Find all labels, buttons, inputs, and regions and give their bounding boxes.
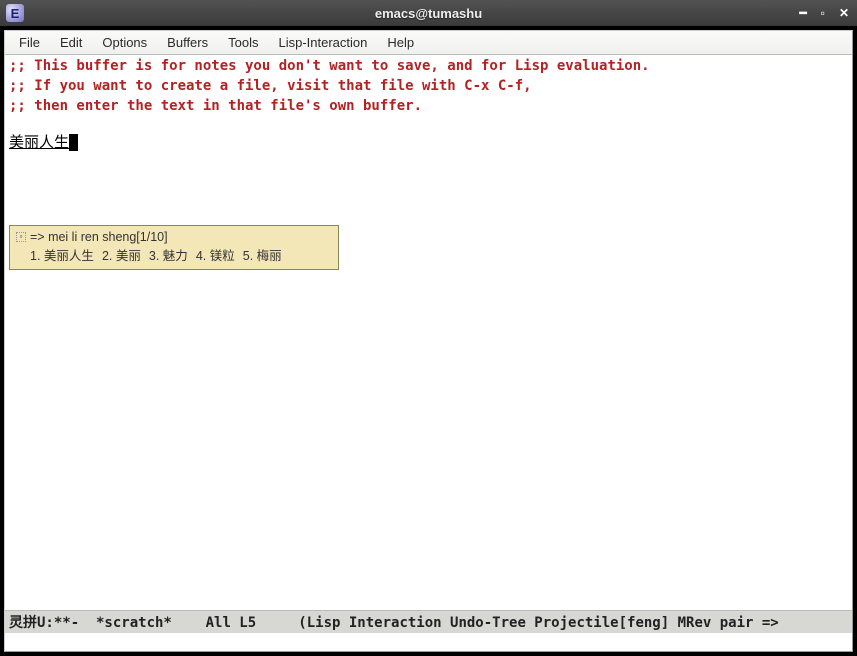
emacs-app-icon: E	[6, 4, 24, 22]
ime-checkbox-icon: ▫	[16, 232, 26, 242]
ime-guide-text: => mei li ren sheng[1/10]	[30, 228, 168, 246]
ime-candidate-3[interactable]: 3. 魅力	[149, 247, 188, 265]
menu-lisp-interaction[interactable]: Lisp-Interaction	[268, 32, 377, 53]
ime-candidate-2[interactable]: 2. 美丽	[102, 247, 141, 265]
window-title: emacs@tumashu	[375, 6, 482, 21]
scratch-comment-line2: ;; If you want to create a file, visit t…	[5, 75, 852, 95]
menu-options[interactable]: Options	[92, 32, 157, 53]
ime-preedit-text: 美丽人生	[9, 133, 69, 151]
buffer-area[interactable]: ;; This buffer is for notes you don't wa…	[5, 55, 852, 610]
titlebar[interactable]: E emacs@tumashu ━ ▫ ✕	[0, 0, 857, 26]
ime-candidate-1[interactable]: 1. 美丽人生	[30, 247, 94, 265]
minimize-icon[interactable]: ━	[797, 5, 808, 21]
ime-candidate-row: 1. 美丽人生 2. 美丽 3. 魅力 4. 镁粒 5. 梅丽	[16, 247, 332, 265]
input-line[interactable]: 美丽人生	[5, 115, 852, 151]
ime-candidate-5[interactable]: 5. 梅丽	[243, 247, 282, 265]
menu-edit[interactable]: Edit	[50, 32, 92, 53]
minibuffer[interactable]	[5, 633, 852, 651]
ime-candidate-4[interactable]: 4. 镁粒	[196, 247, 235, 265]
frame-border: File Edit Options Buffers Tools Lisp-Int…	[0, 26, 857, 656]
menu-help[interactable]: Help	[377, 32, 424, 53]
app-window: E emacs@tumashu ━ ▫ ✕ File Edit Options …	[0, 0, 857, 656]
menu-tools[interactable]: Tools	[218, 32, 268, 53]
modeline-position: All L5	[180, 615, 290, 631]
modeline-buffer-name: *scratch*	[88, 615, 181, 631]
emacs-frame: File Edit Options Buffers Tools Lisp-Int…	[4, 30, 853, 652]
scratch-comment-line1: ;; This buffer is for notes you don't wa…	[5, 55, 852, 75]
close-icon[interactable]: ✕	[837, 5, 851, 21]
modeline[interactable]: 灵拼U:**- *scratch* All L5 (Lisp Interacti…	[5, 610, 852, 633]
titlebar-left: E	[6, 4, 24, 22]
menu-file[interactable]: File	[9, 32, 50, 53]
menu-buffers[interactable]: Buffers	[157, 32, 218, 53]
text-cursor	[69, 134, 78, 151]
ime-guide-row: ▫ => mei li ren sheng[1/10]	[16, 228, 332, 247]
maximize-icon[interactable]: ▫	[819, 5, 827, 21]
window-controls: ━ ▫ ✕	[797, 5, 851, 21]
modeline-ime-status: 灵拼U:**-	[9, 615, 88, 631]
scratch-comment-line3: ;; then enter the text in that file's ow…	[5, 95, 852, 115]
menubar: File Edit Options Buffers Tools Lisp-Int…	[5, 31, 852, 55]
ime-candidate-popup[interactable]: ▫ => mei li ren sheng[1/10] 1. 美丽人生 2. 美…	[9, 225, 339, 270]
modeline-modes: (Lisp Interaction Undo-Tree Projectile[f…	[290, 615, 779, 631]
